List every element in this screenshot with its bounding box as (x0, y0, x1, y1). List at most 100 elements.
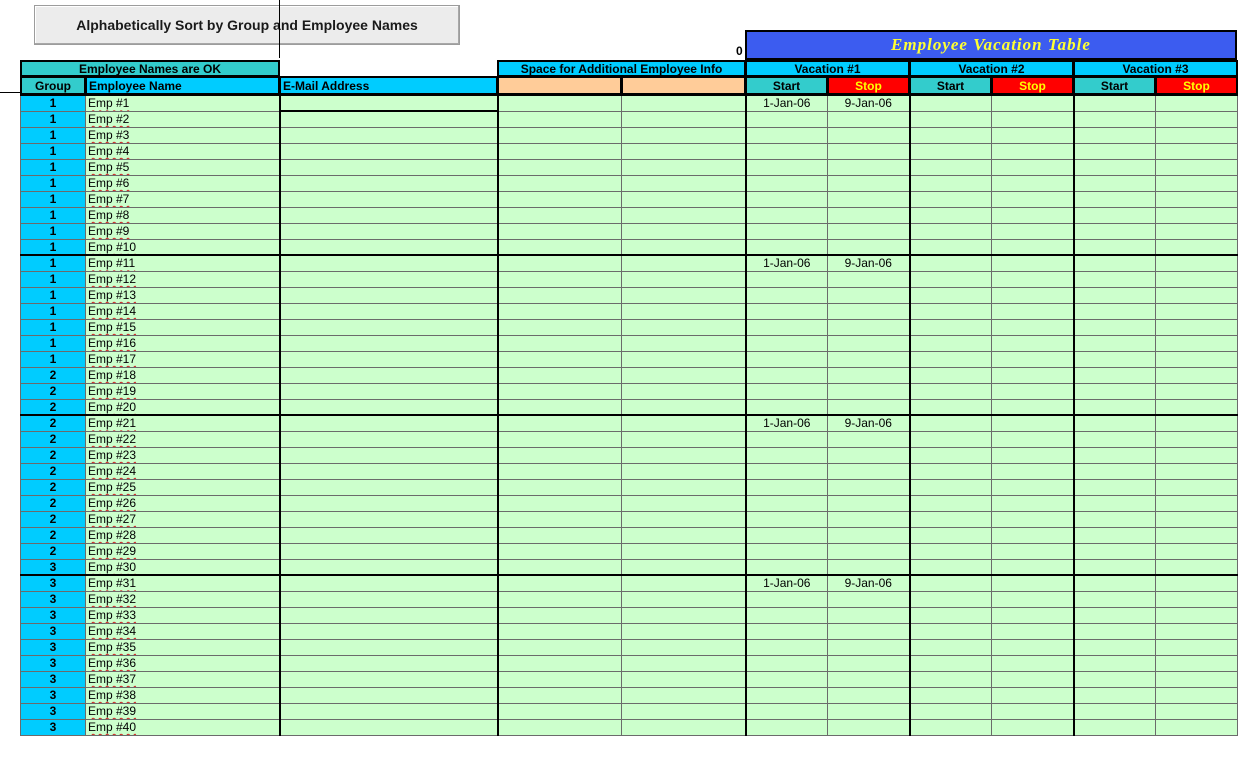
info-cell[interactable] (621, 414, 746, 432)
email-cell[interactable] (278, 366, 498, 384)
email-cell[interactable] (278, 254, 498, 272)
v1-stop-cell[interactable] (827, 302, 910, 320)
v3-start-cell[interactable] (1072, 606, 1156, 624)
email-cell[interactable] (278, 430, 498, 448)
v2-start-cell[interactable] (908, 542, 992, 560)
v2-stop-cell[interactable] (991, 574, 1074, 592)
email-cell[interactable] (278, 606, 498, 624)
v3-stop-cell[interactable] (1155, 94, 1238, 112)
v3-start-cell[interactable] (1072, 222, 1156, 240)
v3-start-cell[interactable] (1072, 254, 1156, 272)
employee-name-cell[interactable]: Emp #25 (85, 478, 280, 496)
info-cell[interactable] (496, 686, 622, 704)
info-cell[interactable] (496, 398, 622, 416)
v2-stop-cell[interactable] (991, 350, 1074, 368)
email-cell[interactable] (278, 654, 498, 672)
v1-start-cell[interactable] (744, 318, 828, 336)
v1-start-cell[interactable] (744, 190, 828, 208)
info-cell[interactable] (496, 334, 622, 352)
v2-start-cell[interactable] (908, 622, 992, 640)
v3-stop-cell[interactable] (1155, 654, 1238, 672)
group-cell[interactable]: 2 (20, 382, 86, 400)
info-cell[interactable] (496, 590, 622, 608)
info-cell[interactable] (496, 286, 622, 304)
group-cell[interactable]: 3 (20, 622, 86, 640)
info-cell[interactable] (621, 462, 746, 480)
v1-start-cell[interactable] (744, 622, 828, 640)
group-cell[interactable]: 1 (20, 334, 86, 352)
v3-start-cell[interactable] (1072, 590, 1156, 608)
email-cell[interactable] (278, 414, 498, 432)
info-cell[interactable] (496, 558, 622, 576)
group-cell[interactable]: 1 (20, 222, 86, 240)
group-cell[interactable]: 2 (20, 430, 86, 448)
v2-stop-cell[interactable] (991, 190, 1074, 208)
v2-stop-cell[interactable] (991, 686, 1074, 704)
employee-name-cell[interactable]: Emp #40 (85, 718, 280, 736)
info-cell[interactable] (621, 542, 746, 560)
info-cell[interactable] (496, 382, 622, 400)
v1-start-cell[interactable] (744, 542, 828, 560)
group-cell[interactable]: 1 (20, 270, 86, 288)
info-cell[interactable] (496, 190, 622, 208)
info-cell[interactable] (621, 510, 746, 528)
info-cell[interactable] (496, 638, 622, 656)
v3-stop-cell[interactable] (1155, 606, 1238, 624)
v1-start-cell[interactable] (744, 510, 828, 528)
info-cell[interactable] (496, 542, 622, 560)
v3-stop-cell[interactable] (1155, 686, 1238, 704)
v3-stop-cell[interactable] (1155, 542, 1238, 560)
group-cell[interactable]: 3 (20, 718, 86, 736)
v2-start-cell[interactable] (908, 558, 992, 576)
v1-stop-cell[interactable]: 9-Jan-06 (827, 254, 910, 272)
v2-start-cell[interactable] (908, 382, 992, 400)
v1-start-cell[interactable] (744, 446, 828, 464)
v1-start-cell[interactable] (744, 206, 828, 224)
info-cell[interactable] (621, 286, 746, 304)
employee-name-cell[interactable]: Emp #35 (85, 638, 280, 656)
v2-start-cell[interactable] (908, 638, 992, 656)
employee-name-cell[interactable]: Emp #3 (85, 126, 280, 144)
v1-stop-cell[interactable]: 9-Jan-06 (827, 574, 910, 592)
v1-start-cell[interactable] (744, 286, 828, 304)
v1-start-cell[interactable] (744, 238, 828, 256)
group-cell[interactable]: 1 (20, 238, 86, 256)
v1-start-cell[interactable] (744, 350, 828, 368)
group-cell[interactable]: 3 (20, 686, 86, 704)
v1-stop-cell[interactable] (827, 718, 910, 736)
info-cell[interactable] (496, 238, 622, 256)
v1-stop-cell[interactable] (827, 542, 910, 560)
email-cell[interactable] (278, 462, 498, 480)
v3-stop-cell[interactable] (1155, 398, 1238, 416)
v3-start-cell[interactable] (1072, 350, 1156, 368)
v1-stop-cell[interactable] (827, 190, 910, 208)
employee-name-cell[interactable]: Emp #5 (85, 158, 280, 176)
v2-stop-cell[interactable] (991, 494, 1074, 512)
v2-start-cell[interactable] (908, 350, 992, 368)
group-cell[interactable]: 2 (20, 526, 86, 544)
v2-stop-cell[interactable] (991, 446, 1074, 464)
info-cell[interactable] (621, 126, 746, 144)
v2-start-cell[interactable] (908, 606, 992, 624)
email-cell[interactable] (278, 702, 498, 720)
v2-stop-cell[interactable] (991, 398, 1074, 416)
info-cell[interactable] (621, 254, 746, 272)
v1-start-cell[interactable]: 1-Jan-06 (744, 94, 828, 112)
v3-stop-cell[interactable] (1155, 526, 1238, 544)
v1-stop-cell[interactable] (827, 638, 910, 656)
v2-start-cell[interactable] (908, 158, 992, 176)
group-cell[interactable]: 1 (20, 110, 86, 128)
v3-stop-cell[interactable] (1155, 590, 1238, 608)
email-cell[interactable] (278, 446, 498, 464)
v2-start-cell[interactable] (908, 270, 992, 288)
v3-start-cell[interactable] (1072, 542, 1156, 560)
v3-start-cell[interactable] (1072, 494, 1156, 512)
v1-start-cell[interactable] (744, 430, 828, 448)
v1-stop-cell[interactable] (827, 366, 910, 384)
v3-start-cell[interactable] (1072, 638, 1156, 656)
v3-start-cell[interactable] (1072, 206, 1156, 224)
info-cell[interactable] (496, 670, 622, 688)
v3-stop-cell[interactable] (1155, 126, 1238, 144)
email-cell[interactable] (278, 238, 498, 256)
info-cell[interactable] (621, 270, 746, 288)
